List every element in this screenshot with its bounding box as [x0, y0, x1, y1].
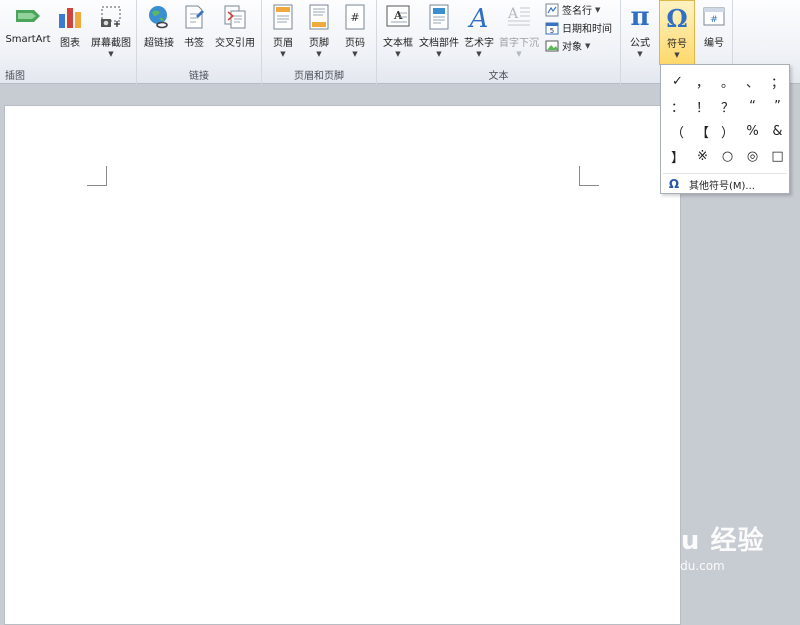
symbol-cell[interactable]: ？: [715, 94, 740, 119]
drop-cap-icon: A: [505, 2, 533, 32]
signature-line-button[interactable]: 签名行 ▼: [545, 1, 600, 18]
page-number-icon: #: [341, 2, 369, 32]
symbol-cell[interactable]: （: [665, 119, 690, 144]
object-dropdown-icon: ▼: [585, 41, 591, 50]
screenshot-icon: [97, 2, 125, 32]
baidu-watermark: Baidu 经验 jingyan.baidu.com: [612, 520, 764, 573]
quick-parts-dropdown-icon: ▼: [436, 50, 442, 58]
svg-text:A: A: [507, 6, 519, 22]
smartart-icon: [14, 2, 42, 32]
signature-line-dropdown-icon: ▼: [595, 5, 601, 14]
symbol-cell[interactable]: 、: [740, 69, 765, 94]
svg-text:5: 5: [550, 27, 554, 35]
cross-reference-button[interactable]: 交叉引用: [211, 0, 259, 64]
svg-text:A: A: [468, 4, 489, 31]
symbol-cell[interactable]: ！: [690, 94, 715, 119]
group-links: 超链接 书签 交叉引用 链接: [137, 0, 262, 84]
footer-icon: [305, 2, 333, 32]
group-text: A 文本框 ▼ 文档部件 ▼ A 艺术字 ▼ A 首字下沉 ▼ 签名行 ▼ 5 …: [377, 0, 621, 84]
drop-cap-button: A 首字下沉 ▼: [497, 0, 541, 64]
header-button[interactable]: 页眉 ▼: [268, 0, 298, 64]
drop-cap-dropdown-icon: ▼: [516, 50, 522, 58]
header-icon: [269, 2, 297, 32]
omega-icon: Ω: [666, 3, 688, 33]
smartart-button[interactable]: SmartArt: [4, 0, 52, 64]
symbol-dropdown-menu: ✓ ， 。 、 ； ： ！ ？ “ ” （ 【 ） % & 】 ※ ○ ◎ □ …: [660, 64, 790, 194]
symbol-cell[interactable]: ；: [765, 69, 790, 94]
quick-parts-button[interactable]: 文档部件 ▼: [417, 0, 461, 64]
symbol-cell[interactable]: ，: [690, 69, 715, 94]
symbol-cell[interactable]: &: [765, 119, 790, 144]
group-header-footer: 页眉 ▼ 页脚 ▼ # 页码 ▼ 页眉和页脚: [262, 0, 377, 84]
screenshot-dropdown-icon: ▼: [108, 50, 114, 58]
watermark-url: jingyan.baidu.com: [614, 559, 725, 573]
page-number-button[interactable]: # 页码 ▼: [340, 0, 370, 64]
symbol-cell[interactable]: ◎: [740, 144, 765, 169]
text-box-dropdown-icon: ▼: [395, 50, 401, 58]
svg-text:#: #: [350, 11, 359, 24]
globe-link-icon: [145, 2, 173, 32]
watermark-brand: Baidu 经验: [612, 526, 765, 556]
menu-separator: [663, 173, 787, 174]
more-symbols-item[interactable]: Ω 其他符号(M)...: [665, 175, 755, 193]
number-button[interactable]: # 编号: [697, 0, 731, 64]
calendar-icon: 5: [545, 21, 559, 35]
bookmark-icon: [180, 2, 208, 32]
group-label-header-footer: 页眉和页脚: [294, 71, 344, 82]
screenshot-button[interactable]: 屏幕截图 ▼: [88, 0, 134, 64]
symbol-cell[interactable]: ：: [665, 94, 690, 119]
group-label-illustrations: 插图: [5, 71, 25, 82]
symbol-button[interactable]: Ω 符号 ▼: [659, 0, 695, 65]
chart-icon: [56, 2, 84, 32]
crop-mark-top-right: [579, 166, 599, 186]
group-label-links: 链接: [189, 71, 209, 82]
text-box-icon: A: [384, 2, 412, 32]
date-time-button[interactable]: 5 日期和时间: [545, 19, 612, 36]
text-box-button[interactable]: A 文本框 ▼: [380, 0, 416, 64]
symbol-cell[interactable]: ✓: [665, 69, 690, 94]
symbol-cell[interactable]: ）: [715, 119, 740, 144]
symbol-cell[interactable]: 【: [690, 119, 715, 144]
document-page[interactable]: [4, 105, 681, 625]
symbol-cell[interactable]: “: [740, 94, 765, 119]
symbol-cell[interactable]: ”: [765, 94, 790, 119]
quick-parts-icon: [425, 2, 453, 32]
group-label-text: 文本: [488, 71, 509, 82]
symbol-cell[interactable]: ※: [690, 144, 715, 169]
symbol-grid: ✓ ， 。 、 ； ： ！ ？ “ ” （ 【 ） % & 】 ※ ○ ◎ □: [665, 69, 787, 169]
hyperlink-button[interactable]: 超链接: [141, 0, 177, 64]
header-dropdown-icon: ▼: [280, 50, 286, 58]
wordart-button[interactable]: A 艺术字 ▼: [462, 0, 496, 64]
pi-icon: π: [630, 2, 650, 32]
symbol-dropdown-icon: ▼: [674, 51, 680, 59]
cross-reference-icon: [221, 2, 249, 32]
symbol-cell[interactable]: 】: [665, 144, 690, 169]
crop-mark-top-left: [87, 166, 107, 186]
footer-dropdown-icon: ▼: [316, 50, 322, 58]
wordart-icon: A: [465, 2, 493, 32]
equation-dropdown-icon: ▼: [637, 50, 643, 58]
footer-button[interactable]: 页脚 ▼: [304, 0, 334, 64]
svg-text:A: A: [393, 9, 403, 22]
symbol-cell[interactable]: %: [740, 119, 765, 144]
omega-icon: Ω: [668, 177, 680, 191]
svg-text:#: #: [710, 15, 718, 25]
chart-button[interactable]: 图表: [55, 0, 85, 64]
number-icon: #: [700, 2, 728, 32]
group-illustrations: SmartArt 图表 屏幕截图 ▼ 插图: [0, 0, 137, 84]
signature-line-icon: [545, 3, 559, 17]
symbol-cell[interactable]: 。: [715, 69, 740, 94]
wordart-dropdown-icon: ▼: [476, 50, 482, 58]
bookmark-button[interactable]: 书签: [180, 0, 208, 64]
symbol-cell[interactable]: ○: [715, 144, 740, 169]
object-button[interactable]: 对象 ▼: [545, 37, 590, 54]
object-icon: [545, 39, 559, 53]
equation-button[interactable]: π 公式 ▼: [623, 0, 657, 64]
page-number-dropdown-icon: ▼: [352, 50, 358, 58]
symbol-cell[interactable]: □: [765, 144, 790, 169]
